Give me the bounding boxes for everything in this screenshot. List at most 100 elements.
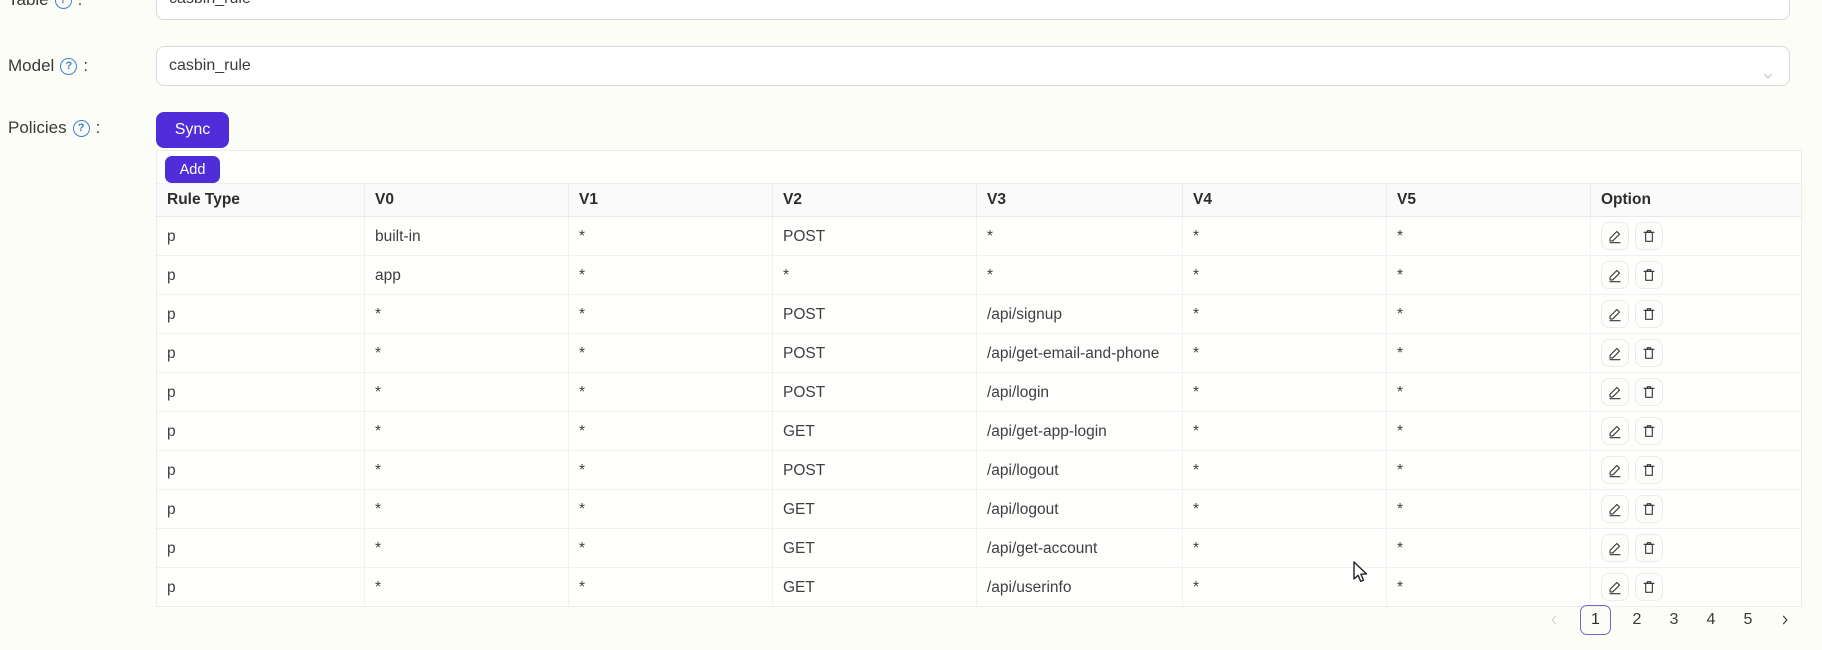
edit-icon[interactable] <box>1601 534 1629 562</box>
table-cell: POST <box>773 217 977 256</box>
delete-icon[interactable] <box>1635 534 1663 562</box>
table-row: p**POST/api/login** <box>157 373 1801 412</box>
table-cell: * <box>1387 373 1591 412</box>
table-cell: /api/login <box>977 373 1183 412</box>
edit-icon[interactable] <box>1601 300 1629 328</box>
column-header-rule-type: Rule Type <box>157 183 365 217</box>
table-cell: * <box>1387 490 1591 529</box>
add-button[interactable]: Add <box>165 156 220 183</box>
table-cell: p <box>157 451 365 490</box>
table-cell: p <box>157 568 365 606</box>
pagination-prev-icon[interactable] <box>1543 605 1565 635</box>
delete-icon[interactable] <box>1635 261 1663 289</box>
table-cell: POST <box>773 451 977 490</box>
table-cell: * <box>569 529 773 568</box>
option-cell <box>1591 412 1801 451</box>
model-field-label-text: Model <box>8 56 54 76</box>
pagination-page-1[interactable]: 1 <box>1580 605 1611 635</box>
edit-icon[interactable] <box>1601 417 1629 445</box>
delete-icon[interactable] <box>1635 300 1663 328</box>
option-cell <box>1591 334 1801 373</box>
table-cell: * <box>365 451 569 490</box>
delete-icon[interactable] <box>1635 495 1663 523</box>
table-cell: * <box>1183 373 1387 412</box>
pagination: 12345 <box>1543 604 1796 636</box>
table-row: p**GET/api/get-account** <box>157 529 1801 568</box>
table-field-label: Table ? : <box>8 0 82 10</box>
column-header-v4: V4 <box>1183 183 1387 217</box>
table-cell: * <box>569 568 773 606</box>
table-cell: * <box>569 295 773 334</box>
table-cell: * <box>365 373 569 412</box>
table-cell: p <box>157 373 365 412</box>
model-field-label: Model ? : <box>8 56 88 76</box>
table-cell: POST <box>773 295 977 334</box>
table-cell: * <box>569 373 773 412</box>
table-cell: * <box>569 256 773 295</box>
delete-icon[interactable] <box>1635 456 1663 484</box>
edit-icon[interactable] <box>1601 339 1629 367</box>
policy-table: Rule TypeV0V1V2V3V4V5Option pbuilt-in*PO… <box>157 183 1801 606</box>
delete-icon[interactable] <box>1635 417 1663 445</box>
column-header-v5: V5 <box>1387 183 1591 217</box>
edit-icon[interactable] <box>1601 261 1629 289</box>
edit-icon[interactable] <box>1601 456 1629 484</box>
table-cell: * <box>773 256 977 295</box>
policies-field-label-text: Policies <box>8 118 67 138</box>
table-cell: * <box>365 334 569 373</box>
option-cell <box>1591 568 1801 606</box>
table-cell: * <box>1183 568 1387 606</box>
delete-icon[interactable] <box>1635 222 1663 250</box>
table-cell: * <box>569 412 773 451</box>
table-cell: /api/get-account <box>977 529 1183 568</box>
table-cell: * <box>569 490 773 529</box>
table-cell: * <box>977 217 1183 256</box>
pagination-page-3[interactable]: 3 <box>1663 605 1685 635</box>
table-row: p**GET/api/get-app-login** <box>157 412 1801 451</box>
table-cell: * <box>365 490 569 529</box>
sync-button[interactable]: Sync <box>156 112 229 148</box>
table-cell: /api/userinfo <box>977 568 1183 606</box>
delete-icon[interactable] <box>1635 339 1663 367</box>
table-row: papp***** <box>157 256 1801 295</box>
table-cell: * <box>1183 412 1387 451</box>
table-row: p**POST/api/signup** <box>157 295 1801 334</box>
table-cell: * <box>569 451 773 490</box>
help-icon: ? <box>60 58 77 75</box>
model-select-value: casbin_rule <box>169 57 251 74</box>
table-row: p**GET/api/userinfo** <box>157 568 1801 606</box>
table-cell: /api/get-email-and-phone <box>977 334 1183 373</box>
edit-icon[interactable] <box>1601 573 1629 601</box>
table-row: pbuilt-in*POST*** <box>157 217 1801 256</box>
model-select[interactable]: casbin_rule <box>156 46 1790 86</box>
table-cell: /api/signup <box>977 295 1183 334</box>
table-cell: p <box>157 529 365 568</box>
option-cell <box>1591 256 1801 295</box>
table-input[interactable]: casbin_rule <box>156 0 1790 20</box>
table-cell: * <box>1183 334 1387 373</box>
table-cell: * <box>569 334 773 373</box>
table-cell: * <box>1387 295 1591 334</box>
pagination-page-5[interactable]: 5 <box>1737 605 1759 635</box>
table-cell: * <box>1387 217 1591 256</box>
table-row: p**POST/api/get-email-and-phone** <box>157 334 1801 373</box>
policy-table-header-row: Rule TypeV0V1V2V3V4V5Option <box>157 183 1801 217</box>
policies-panel: Add Rule TypeV0V1V2V3V4V5Option pbuilt-i… <box>156 150 1802 607</box>
pagination-page-4[interactable]: 4 <box>1700 605 1722 635</box>
table-cell: * <box>1183 295 1387 334</box>
option-cell <box>1591 490 1801 529</box>
pagination-next-icon[interactable] <box>1774 605 1796 635</box>
table-cell: * <box>1183 490 1387 529</box>
policies-field-label: Policies ? : <box>8 118 100 138</box>
edit-icon[interactable] <box>1601 222 1629 250</box>
option-cell <box>1591 451 1801 490</box>
edit-icon[interactable] <box>1601 495 1629 523</box>
table-cell: p <box>157 256 365 295</box>
table-cell: * <box>1387 412 1591 451</box>
delete-icon[interactable] <box>1635 573 1663 601</box>
pagination-page-2[interactable]: 2 <box>1626 605 1648 635</box>
delete-icon[interactable] <box>1635 378 1663 406</box>
option-cell <box>1591 529 1801 568</box>
chevron-down-icon <box>1761 60 1775 98</box>
edit-icon[interactable] <box>1601 378 1629 406</box>
